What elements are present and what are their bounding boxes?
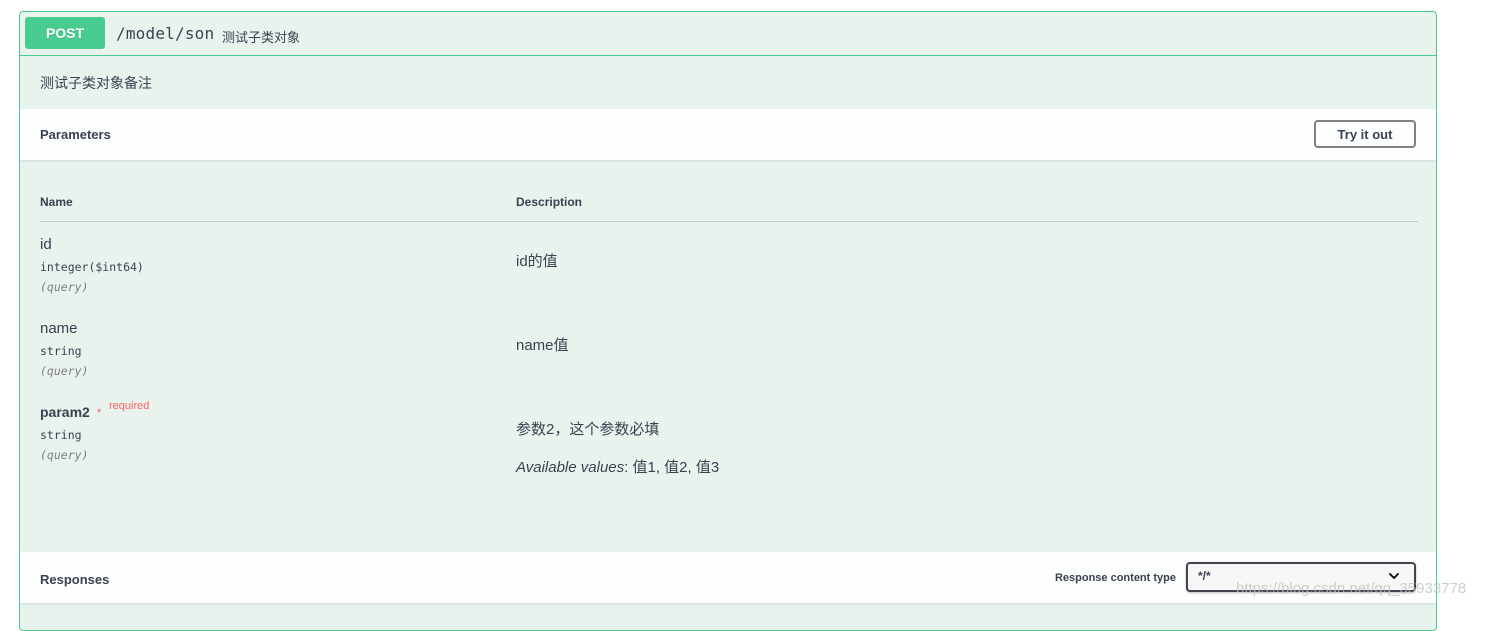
parameter-location: (query)	[40, 280, 89, 294]
try-it-out-button[interactable]: Try it out	[1314, 120, 1416, 148]
operation-summary[interactable]: POST /model/son 测试子类对象	[20, 12, 1436, 56]
parameter-description: 参数2，这个参数必填	[516, 421, 660, 438]
watermark: https://blog.csdn.net/qq_35933778	[1236, 580, 1467, 597]
available-values-label: Available values	[516, 459, 625, 476]
operation-block: POST /model/son 测试子类对象 测试子类对象备注 Paramete…	[19, 11, 1437, 631]
parameter-type: string	[40, 344, 82, 358]
responses-title: Responses	[40, 572, 110, 587]
response-content-type-label: Response content type	[1054, 572, 1176, 584]
operation-summary-text: 测试子类对象	[222, 30, 301, 45]
table-header-divider	[40, 221, 1418, 222]
parameter-type: integer($int64)	[40, 260, 144, 274]
operation-path: /model/son	[116, 24, 215, 43]
column-header-description: Description	[516, 195, 583, 209]
parameter-name: name	[40, 320, 78, 337]
responses-header: Responses Response content type */*	[20, 552, 1436, 603]
operation-description: 测试子类对象备注	[40, 75, 152, 91]
available-values-list: : 值1, 值2, 值3	[624, 459, 720, 476]
response-content-type-value: */*	[1198, 569, 1211, 583]
required-label: required	[109, 400, 150, 412]
parameter-description: name值	[516, 337, 569, 354]
parameters-header: Parameters Try it out	[20, 109, 1436, 160]
method-badge: POST	[25, 17, 105, 49]
available-values: Available values: 值1, 值2, 值3	[516, 456, 719, 477]
parameter-name: param2	[40, 404, 90, 420]
parameter-description: id的值	[516, 253, 558, 270]
parameter-type: string	[40, 428, 82, 442]
column-header-name: Name	[40, 195, 73, 209]
required-star: *	[97, 407, 102, 419]
parameter-location: (query)	[40, 448, 89, 462]
parameter-name: id	[40, 236, 52, 253]
parameters-title: Parameters	[40, 127, 111, 142]
parameter-location: (query)	[40, 364, 89, 378]
